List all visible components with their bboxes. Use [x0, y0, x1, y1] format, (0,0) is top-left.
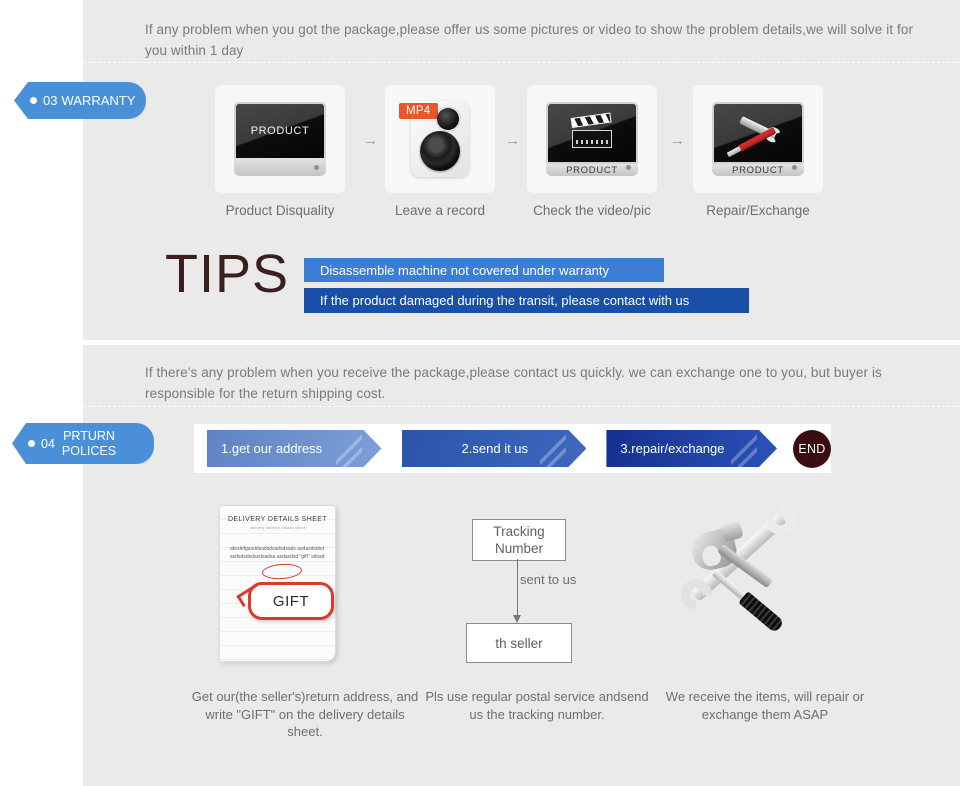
return-column-3-caption: We receive the items, will repair or exc…	[665, 689, 865, 722]
gift-callout-bubble: GIFT	[248, 582, 334, 620]
screwdriver-icon	[709, 567, 785, 634]
bezel-label-4: PRODUCT	[732, 164, 784, 176]
power-led-icon	[314, 165, 319, 170]
return-badge-label: PRTURN POLICES	[62, 429, 116, 458]
tips-heading: TIPS	[165, 244, 290, 304]
warranty-flow: PRODUCT → MP4 → PRODUCT → PRODUCT Produc…	[215, 85, 835, 225]
tips-line-2: If the product damaged during the transi…	[304, 288, 749, 313]
return-badge-number: 04	[41, 436, 55, 451]
warranty-badge-label: WARRANTY	[61, 92, 136, 108]
bullet-icon	[28, 440, 35, 447]
warranty-intro-text: If any problem when you got the package,…	[145, 22, 914, 58]
screwdriver-wrench-icon	[735, 116, 781, 152]
clapperboard-screen-icon: PRODUCT	[546, 102, 638, 176]
clapperboard-icon	[570, 112, 612, 148]
seller-box: th seller	[466, 623, 572, 663]
flow-arrow-1: →	[363, 132, 378, 149]
return-badge-label-line1: PRTURN	[63, 429, 115, 443]
tips-line-1: Disassemble machine not covered under wa…	[304, 258, 664, 282]
chevron-icon	[540, 430, 566, 467]
sheet-subtitle: delivery delivery details sheet	[249, 526, 306, 530]
return-detail-columns: DELIVERY DETAILS SHEET delivery delivery…	[190, 505, 870, 755]
sheet-body-text: abcdefgasddsadsdsadsdsads asdasdsdsdseds…	[230, 546, 325, 560]
return-badge-label-line2: POLICES	[61, 443, 117, 458]
warranty-divider	[83, 62, 960, 63]
end-badge: END	[793, 429, 831, 468]
return-steps-bar: 1.get our address 2.send it us 3.repair/…	[194, 424, 831, 473]
monitor-product-icon: PRODUCT	[234, 102, 326, 176]
return-step-1-label: 1.get our address	[221, 441, 323, 456]
warranty-step-caption-1: Product Disquality	[225, 203, 335, 218]
hammer-wrench-screwdriver-icon	[670, 513, 820, 647]
warranty-step-card-3: PRODUCT	[527, 85, 657, 193]
flow-edge-label: sent to us	[520, 572, 577, 587]
warranty-step-card-4: PRODUCT	[693, 85, 823, 193]
tools-screen-icon: PRODUCT	[712, 102, 804, 176]
return-intro-text: If there's any problem when you receive …	[145, 365, 882, 401]
camera-icon: MP4	[399, 101, 469, 177]
tracking-number-box: Tracking Number	[472, 519, 566, 561]
return-column-1: DELIVERY DETAILS SHEET delivery delivery…	[190, 505, 420, 739]
warranty-step-card-2: MP4	[385, 85, 495, 193]
warranty-step-caption-3: Check the video/pic	[533, 203, 651, 218]
bullet-icon	[30, 97, 37, 104]
chevron-icon	[731, 430, 757, 467]
chevron-icon	[336, 430, 362, 467]
return-step-1[interactable]: 1.get our address	[207, 430, 382, 467]
hammer-peen-icon	[720, 520, 744, 543]
return-section-badge: 04 PRTURN POLICES	[12, 423, 154, 464]
warranty-step-card-1: PRODUCT	[215, 85, 345, 193]
mp4-badge: MP4	[399, 103, 438, 119]
return-divider	[83, 406, 960, 407]
flow-line	[517, 559, 518, 617]
power-led-icon	[626, 165, 631, 170]
flow-arrowhead-icon	[513, 615, 521, 623]
flow-arrow-2: →	[505, 132, 520, 149]
warranty-section-badge: 03 WARRANTY	[14, 82, 146, 119]
red-circle-annotation-icon	[261, 562, 303, 581]
warranty-badge-number: 03	[43, 92, 58, 108]
return-step-2-label: 2.send it us	[461, 441, 529, 456]
bezel-label-3: PRODUCT	[566, 164, 618, 176]
return-step-2[interactable]: 2.send it us	[402, 430, 587, 467]
return-column-2-caption: Pls use regular postal service andsend u…	[425, 689, 649, 722]
large-lens-icon	[420, 131, 460, 171]
warranty-step-caption-4: Repair/Exchange	[706, 203, 810, 218]
sheet-title: DELIVERY DETAILS SHEET	[227, 516, 328, 523]
small-lens-icon	[437, 108, 459, 130]
return-column-3: We receive the items, will repair or exc…	[650, 505, 880, 722]
return-column-1-caption: Get our(the seller's)return address, and…	[191, 689, 419, 739]
monitor-screen-label: PRODUCT	[250, 125, 310, 137]
warranty-step-caption-2: Leave a record	[394, 203, 486, 218]
return-step-3-label: 3.repair/exchange	[620, 441, 725, 456]
return-step-3[interactable]: 3.repair/exchange	[606, 430, 777, 467]
flow-arrow-3: →	[670, 132, 685, 149]
power-led-icon	[792, 165, 797, 170]
